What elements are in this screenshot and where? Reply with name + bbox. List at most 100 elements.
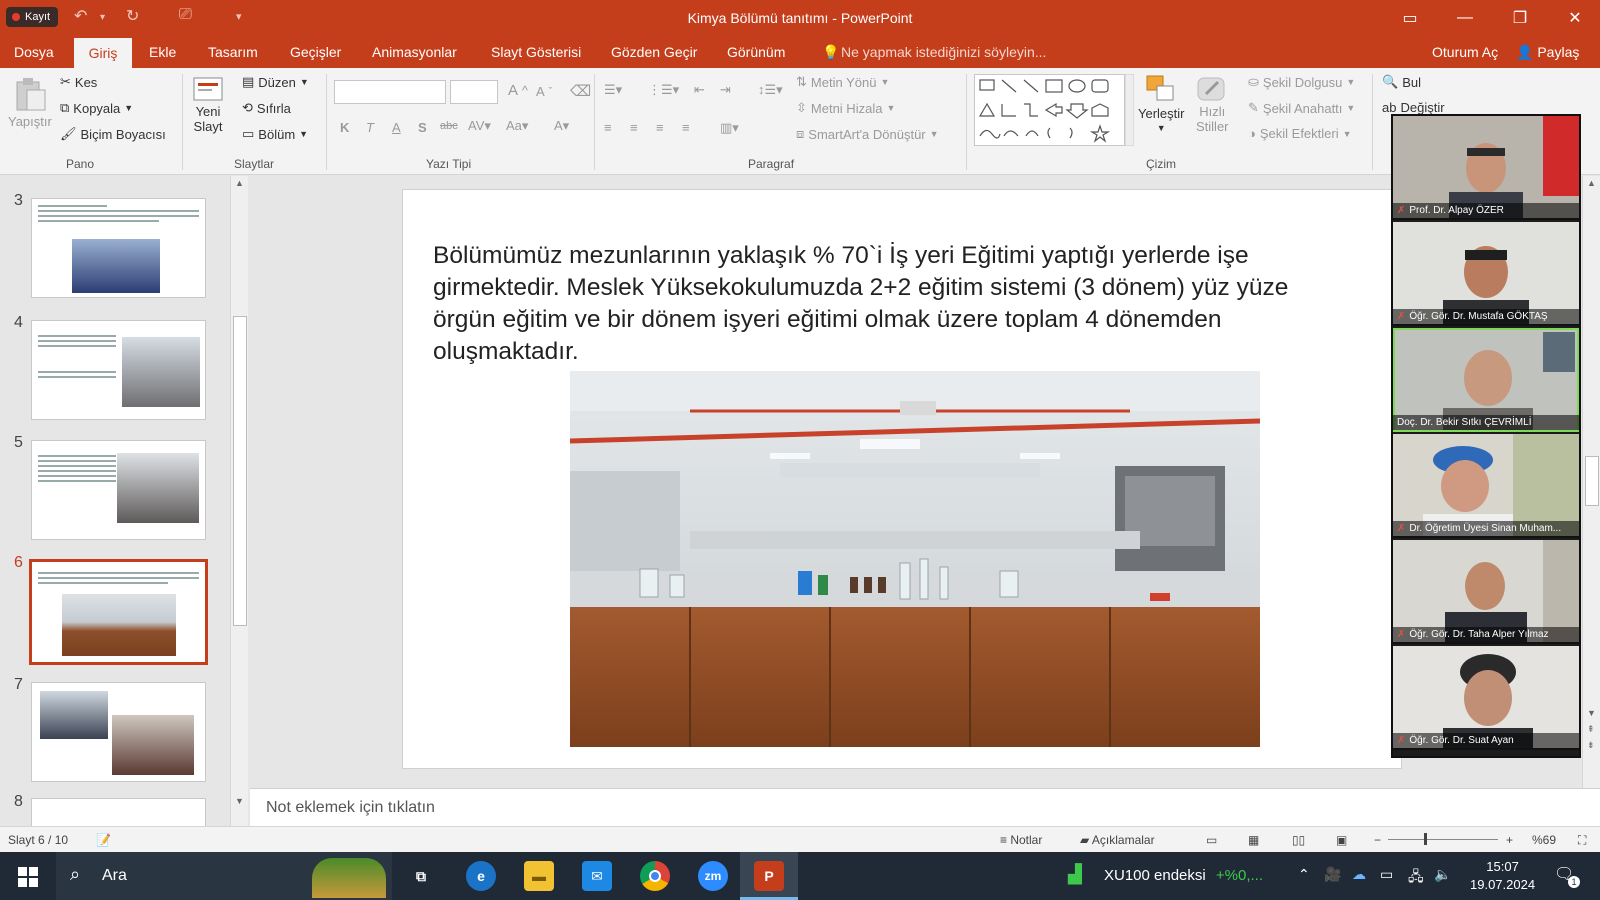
- close-icon[interactable]: ✕: [1550, 0, 1600, 36]
- volume-icon[interactable]: 🔈: [1434, 866, 1451, 883]
- ribbon-display-options-icon[interactable]: ▭: [1385, 0, 1435, 36]
- shape-fill-button[interactable]: ⛀ Şekil Dolgusu ▼: [1248, 74, 1355, 90]
- numbering-icon[interactable]: ⋮☰▾: [648, 82, 679, 98]
- next-slide-icon[interactable]: ⇟: [1587, 740, 1595, 751]
- scrollbar-thumb[interactable]: [233, 316, 247, 626]
- battery-icon[interactable]: ▭: [1380, 866, 1393, 883]
- tell-me-search[interactable]: Ne yapmak istediğinizi söyleyin...: [841, 44, 1046, 60]
- scroll-down-icon[interactable]: ▼: [235, 796, 244, 806]
- italic-button[interactable]: T: [366, 120, 374, 135]
- show-hidden-icons[interactable]: ⌃: [1298, 866, 1310, 883]
- scroll-up-icon[interactable]: ▲: [1587, 178, 1596, 188]
- arrange-button[interactable]: Yerleştir ▼: [1138, 74, 1184, 133]
- scroll-down-icon[interactable]: ▼: [1587, 708, 1596, 718]
- format-painter-button[interactable]: 🖌 Biçim Boyacısı: [60, 126, 166, 142]
- meet-now-icon[interactable]: 🎥: [1324, 866, 1341, 883]
- zoom-slider-handle[interactable]: [1424, 833, 1427, 845]
- tab-insert[interactable]: Ekle: [149, 44, 176, 60]
- share-button[interactable]: 👤 Paylaş: [1516, 44, 1579, 61]
- thumbnails-scrollbar[interactable]: ▲ ▼: [230, 176, 248, 826]
- notes-placeholder[interactable]: Not eklemek için tıklatın: [266, 799, 435, 817]
- copy-button[interactable]: ⧉ Kopyala ▼: [60, 100, 133, 116]
- tab-view[interactable]: Görünüm: [727, 44, 785, 60]
- justify-icon[interactable]: ≡: [682, 120, 690, 135]
- zoom-out-icon[interactable]: −: [1374, 833, 1381, 847]
- align-text-button[interactable]: ⇳ Metni Hizala ▼: [796, 100, 895, 116]
- restore-icon[interactable]: ❐: [1495, 0, 1545, 36]
- tab-animations[interactable]: Animasyonlar: [372, 44, 457, 60]
- scrollbar-thumb[interactable]: [1585, 456, 1599, 506]
- slide-body-text[interactable]: Bölümümüz mezunlarının yaklaşık % 70`i İ…: [433, 240, 1353, 368]
- line-spacing-icon[interactable]: ↕☰▾: [758, 82, 783, 98]
- scroll-up-icon[interactable]: ▲: [235, 178, 244, 188]
- tab-home[interactable]: Giriş: [74, 38, 132, 68]
- slide-thumbnail-4[interactable]: [31, 320, 206, 420]
- font-color-icon[interactable]: A▾: [554, 118, 569, 134]
- clear-formatting-icon[interactable]: ⌫: [570, 82, 591, 100]
- zoom-level[interactable]: %69: [1532, 833, 1556, 847]
- comments-toggle[interactable]: ▰ Açıklamalar: [1080, 833, 1155, 847]
- stock-widget[interactable]: XU100 endeksi +%0,...: [1104, 867, 1263, 884]
- font-name-field[interactable]: [334, 80, 446, 104]
- slide-thumbnail-3[interactable]: [31, 198, 206, 298]
- lab-photo[interactable]: [570, 371, 1260, 747]
- participant-tile[interactable]: ✗ Dr. Öğretim Üyesi Sinan Muham...: [1393, 434, 1579, 538]
- current-slide[interactable]: Bölümümüz mezunlarının yaklaşık % 70`i İ…: [402, 189, 1402, 769]
- slide-thumbnail-8[interactable]: [31, 798, 206, 826]
- slide-thumbnails-pane[interactable]: 3 4 5 6 7 8 ▲ ▼: [0, 176, 250, 826]
- minimize-icon[interactable]: —: [1440, 0, 1490, 36]
- tab-file[interactable]: Dosya: [14, 44, 54, 60]
- layout-button[interactable]: ▤ Düzen ▼: [242, 74, 309, 90]
- slide-thumbnail-5[interactable]: [31, 440, 206, 540]
- quick-styles-button[interactable]: Hızlı Stiller: [1196, 74, 1229, 134]
- reading-view-icon[interactable]: ▯▯: [1292, 833, 1305, 847]
- shape-effects-button[interactable]: ◑ Şekil Efektleri ▼: [1248, 126, 1352, 141]
- section-button[interactable]: ▭ Bölüm ▼: [242, 126, 308, 142]
- mail-icon[interactable]: ✉: [582, 861, 612, 891]
- notes-pane[interactable]: Not eklemek için tıklatın: [250, 788, 1600, 826]
- slide-scrollbar[interactable]: ▲ ▼ ⇞ ⇟: [1582, 176, 1600, 788]
- font-size-field[interactable]: [450, 80, 498, 104]
- tab-slideshow[interactable]: Slayt Gösterisi: [491, 44, 581, 60]
- bold-button[interactable]: K: [340, 120, 349, 135]
- strikethrough-button[interactable]: abc: [440, 120, 458, 132]
- previous-slide-icon[interactable]: ⇞: [1587, 724, 1595, 735]
- clock[interactable]: 15:07 19.07.2024: [1470, 858, 1535, 894]
- increase-indent-icon[interactable]: ⇥: [720, 82, 731, 98]
- new-slide-button[interactable]: Yeni Slayt: [192, 74, 224, 134]
- spellcheck-icon[interactable]: 📝: [96, 833, 111, 847]
- powerpoint-taskbar-active[interactable]: P: [740, 852, 798, 900]
- cut-button[interactable]: ✂ Kes: [60, 74, 97, 90]
- shrink-font-icon[interactable]: Aˇ: [536, 84, 552, 99]
- align-right-icon[interactable]: ≡: [656, 120, 664, 135]
- participant-tile[interactable]: ✗ Öğr. Gör. Dr. Suat Ayan: [1393, 646, 1579, 750]
- change-case-icon[interactable]: Aa▾: [506, 118, 528, 134]
- file-explorer-icon[interactable]: ▬: [524, 861, 554, 891]
- network-icon[interactable]: 🖧: [1408, 866, 1424, 890]
- shape-outline-button[interactable]: ✎ Şekil Anahattı ▼: [1248, 100, 1355, 116]
- taskbar-search[interactable]: ⌕ Ara: [56, 852, 392, 900]
- reset-button[interactable]: ⟲ Sıfırla: [242, 100, 291, 116]
- onedrive-icon[interactable]: ☁: [1352, 866, 1366, 883]
- participant-tile[interactable]: ✗ Öğr. Gör. Dr. Mustafa GÖKTAŞ: [1393, 222, 1579, 326]
- grow-font-icon[interactable]: A ^: [508, 82, 528, 99]
- participant-tile[interactable]: ✗ Prof. Dr. Alpay ÖZER: [1393, 116, 1579, 220]
- participant-tile-active-speaker[interactable]: Doç. Dr. Bekir Sıtkı ÇEVRİMLİ: [1393, 328, 1579, 432]
- zoom-slider[interactable]: [1388, 839, 1498, 840]
- tab-review[interactable]: Gözden Geçir: [611, 44, 697, 60]
- find-button[interactable]: 🔍 Bul: [1382, 74, 1421, 90]
- chrome-icon[interactable]: [640, 861, 670, 891]
- bullets-icon[interactable]: ☰▾: [604, 82, 622, 98]
- zoom-app-icon[interactable]: zm: [698, 861, 728, 891]
- zoom-in-icon[interactable]: +: [1506, 833, 1513, 847]
- tab-design[interactable]: Tasarım: [208, 44, 258, 60]
- participant-tile[interactable]: ✗ Öğr. Gör. Dr. Taha Alper Yılmaz: [1393, 540, 1579, 644]
- slide-thumbnail-6-selected[interactable]: [29, 559, 208, 665]
- slide-sorter-icon[interactable]: ▦: [1248, 833, 1259, 847]
- edge-icon[interactable]: e: [466, 861, 496, 891]
- slideshow-view-icon[interactable]: ▣: [1336, 833, 1347, 847]
- notes-toggle[interactable]: ≡ Notlar: [1000, 833, 1042, 847]
- fit-to-window-icon[interactable]: ⛶: [1578, 833, 1586, 848]
- shapes-gallery[interactable]: [974, 74, 1134, 146]
- sign-in-link[interactable]: Oturum Aç: [1432, 44, 1498, 60]
